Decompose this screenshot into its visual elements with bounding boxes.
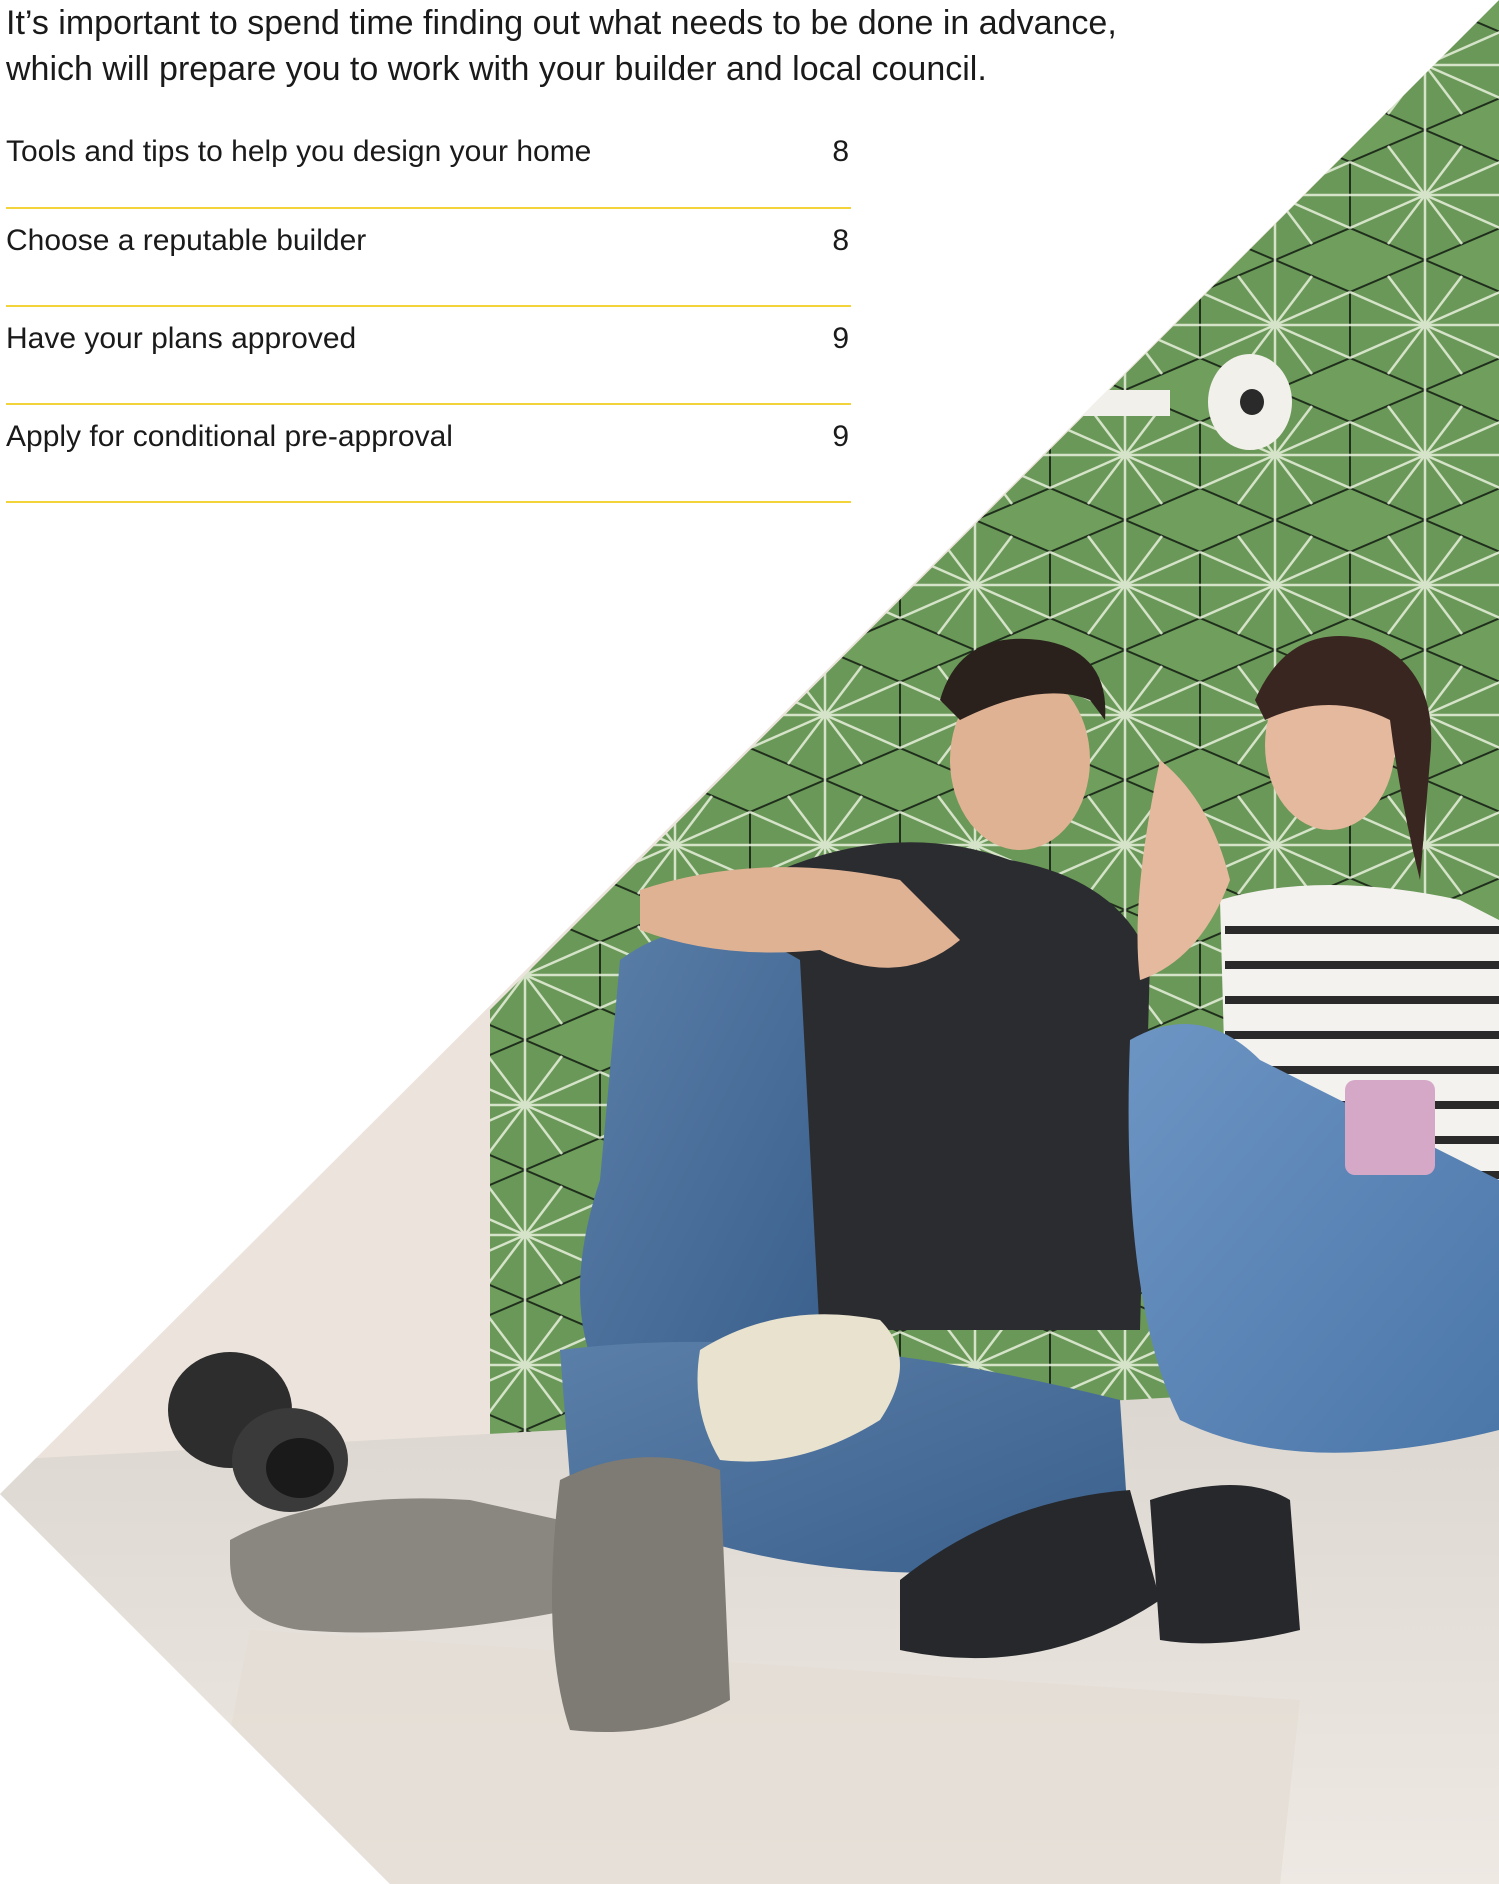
- couple-renovation-photo: [0, 0, 1499, 1884]
